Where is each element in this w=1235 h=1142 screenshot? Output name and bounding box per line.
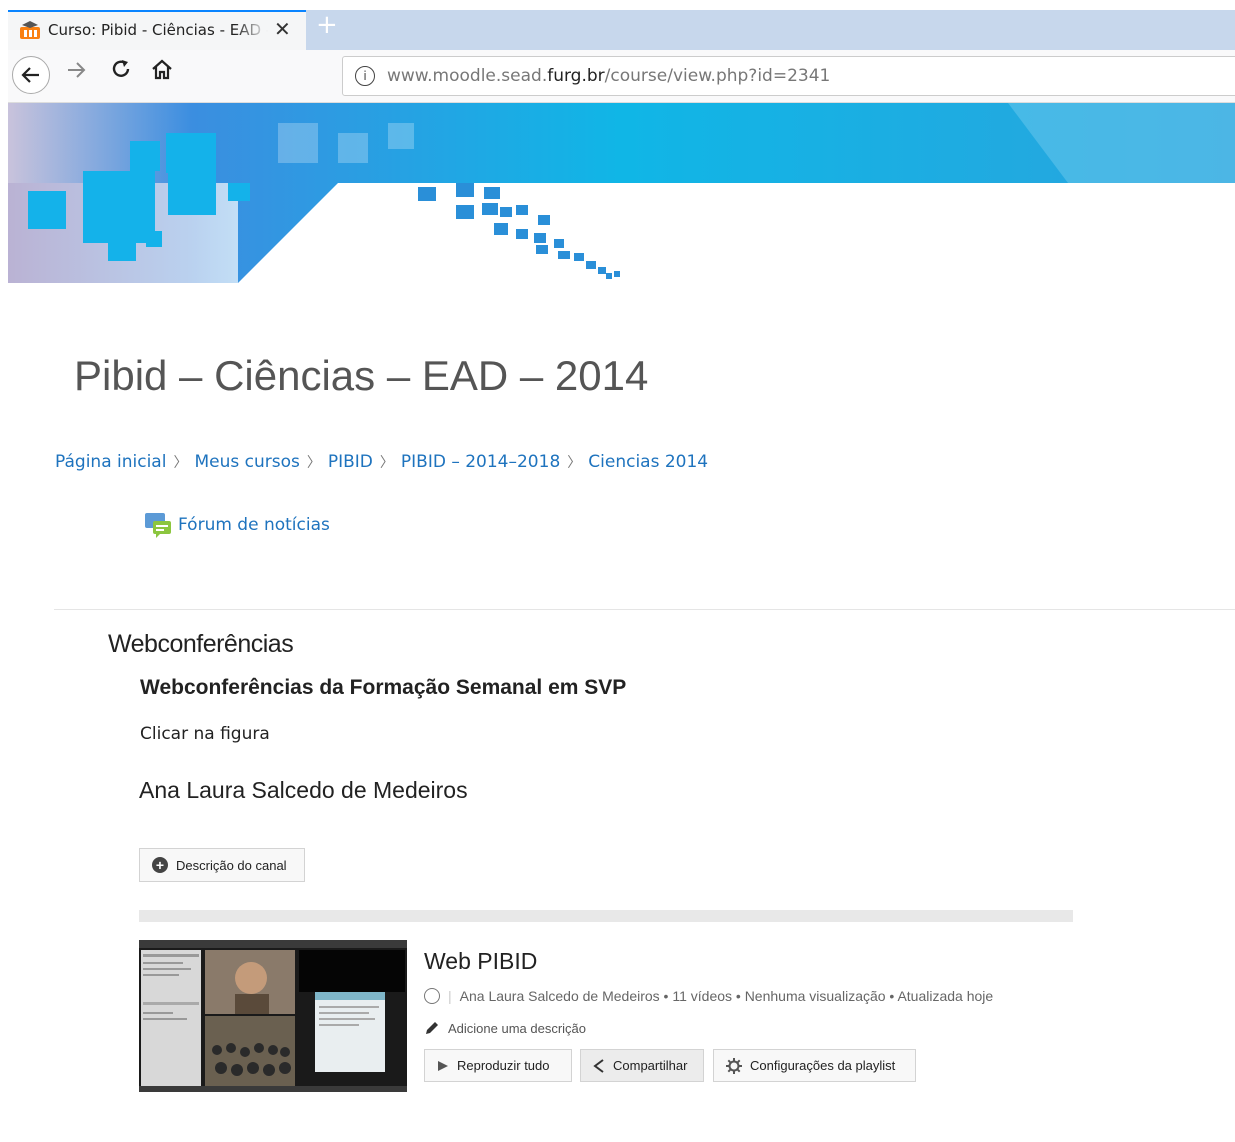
gear-icon: [726, 1057, 742, 1074]
playlist-settings-button[interactable]: Configurações da playlist: [713, 1049, 916, 1082]
subsection-title: Webconferências da Formação Semanal em S…: [140, 676, 627, 699]
address-bar[interactable]: i www.moodle.sead.furg.br/course/view.ph…: [342, 56, 1235, 96]
moodle-favicon-icon: [20, 21, 40, 39]
section-divider: [54, 609, 1235, 610]
breadcrumb-separator-icon: 〉: [173, 455, 188, 471]
back-arrow-icon[interactable]: [12, 56, 50, 94]
site-banner: [8, 103, 1235, 283]
playlist-settings-label: Configurações da playlist: [750, 1058, 896, 1073]
channel-description-button[interactable]: + Descrição do canal: [139, 848, 305, 882]
home-icon[interactable]: [150, 58, 174, 86]
breadcrumb-separator-icon: 〉: [567, 455, 582, 471]
click-hint-text: Clicar na figura: [140, 724, 270, 744]
forum-label: Fórum de notícias: [178, 515, 330, 535]
forum-icon: [145, 513, 171, 538]
breadcrumb-separator-icon: 〉: [306, 455, 321, 471]
playlist-thumbnail[interactable]: [139, 940, 407, 1092]
section-title: Webconferências: [108, 630, 294, 658]
play-all-label: Reproduzir tudo: [457, 1058, 550, 1073]
playlist-title[interactable]: Web PIBID: [424, 948, 537, 975]
page-title: Pibid – Ciências – EAD – 2014: [74, 352, 649, 399]
breadcrumb-course[interactable]: Ciencias 2014: [588, 452, 708, 472]
breadcrumb: Página inicial 〉 Meus cursos 〉 PIBID 〉 PIBID –…: [55, 452, 708, 472]
breadcrumb-separator-icon: 〉: [379, 455, 394, 471]
share-button[interactable]: Compartilhar: [580, 1049, 704, 1082]
meta-separator: |: [448, 988, 452, 1004]
play-icon: [438, 1060, 448, 1071]
forward-arrow-icon[interactable]: [66, 60, 86, 85]
playlist-meta: | Ana Laura Salcedo de Medeiros • 11 víd…: [424, 988, 993, 1004]
globe-icon: [424, 988, 440, 1004]
breadcrumb-pibid-period[interactable]: PIBID – 2014–2018: [401, 452, 560, 472]
breadcrumb-home[interactable]: Página inicial: [55, 452, 166, 472]
breadcrumb-my-courses[interactable]: Meus cursos: [194, 452, 299, 472]
add-description-link[interactable]: Adicione uma descrição: [424, 1020, 586, 1036]
navigation-bar: i www.moodle.sead.furg.br/course/view.ph…: [8, 50, 1235, 103]
url-text[interactable]: www.moodle.sead.furg.br/course/view.php?…: [387, 66, 830, 86]
tab-title: Curso: Pibid - Ciências - EAD - 2014: [48, 21, 268, 39]
breadcrumb-pibid[interactable]: PIBID: [328, 452, 373, 472]
share-icon: [593, 1058, 604, 1073]
close-icon[interactable]: ✕: [274, 17, 291, 41]
browser-tab[interactable]: Curso: Pibid - Ciências - EAD - 2014 ✕: [8, 10, 306, 50]
playlist-meta-text: Ana Laura Salcedo de Medeiros • 11 vídeo…: [459, 988, 994, 1004]
channel-name[interactable]: Ana Laura Salcedo de Medeiros: [139, 777, 468, 804]
add-description-label: Adicione uma descrição: [448, 1020, 587, 1036]
new-tab-button[interactable]: +: [316, 12, 338, 38]
forum-link[interactable]: Fórum de notícias: [144, 512, 330, 538]
url-path: /course/view.php?id=2341: [604, 66, 831, 86]
pencil-icon: [426, 1022, 438, 1034]
reload-icon[interactable]: [110, 58, 132, 86]
plus-circle-icon: +: [152, 857, 168, 873]
info-icon[interactable]: i: [355, 66, 375, 86]
url-domain: furg.br: [547, 66, 605, 86]
share-label: Compartilhar: [613, 1058, 688, 1073]
url-prefix: www.moodle.sead.: [387, 66, 548, 86]
play-all-button[interactable]: Reproduzir tudo: [424, 1049, 572, 1082]
channel-description-label: Descrição do canal: [176, 857, 287, 873]
separator-bar: [139, 910, 1073, 922]
